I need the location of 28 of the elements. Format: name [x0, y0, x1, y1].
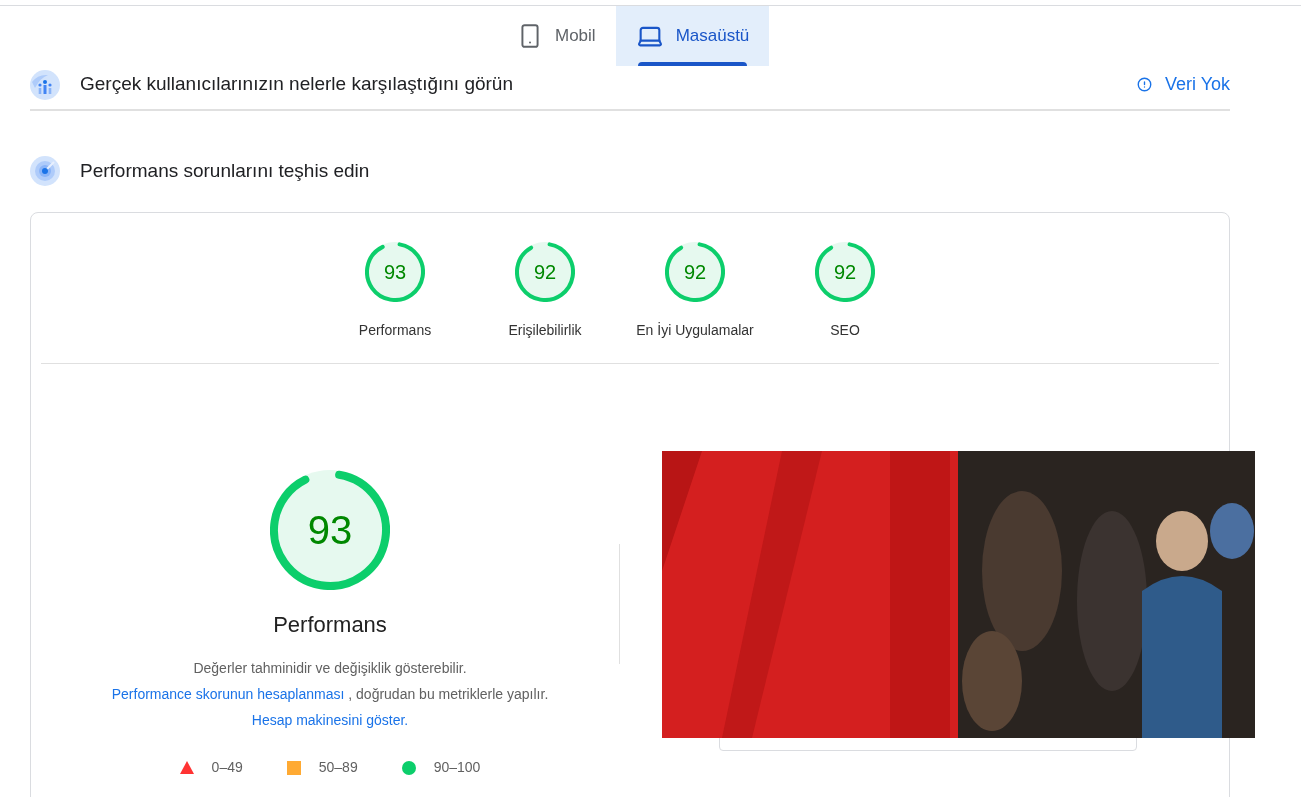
category-label: En İyi Uygulamalar: [636, 321, 754, 340]
score-gauge: [665, 242, 725, 302]
description-text: Değerler tahminidir ve değişiklik gösterebilir. Performance skorunun hesaplanması , doğrudan bu metriklerle yapılır. Hesap makinesini göster.: [110, 659, 550, 730]
score-gauge: [815, 242, 875, 302]
score-title: Performans: [273, 611, 387, 639]
category-label: Erişilebilirlik: [508, 321, 582, 340]
category-label: SEO: [830, 321, 860, 340]
range-label: 50–89: [318, 758, 358, 777]
score-value: 93: [307, 507, 353, 554]
link[interactable]: Performance skorunun hesaplanması: [111, 686, 345, 702]
range-label: 0–49: [211, 758, 243, 777]
section-title: Gerçek kullanıcılarınızın nelerle karşılaştığını görün: [80, 72, 513, 97]
target-icon: [30, 156, 60, 186]
chart-icon: [30, 69, 60, 100]
category-label: Performans: [358, 321, 432, 340]
score-value: 93: [383, 260, 407, 285]
no-data-text: Veri Yok: [1164, 73, 1230, 96]
score-gauge: [515, 242, 575, 302]
score-value: 92: [833, 260, 857, 285]
link[interactable]: Hesap makinesini göster.: [251, 712, 409, 728]
range-label: 90–100: [433, 758, 481, 777]
section-title: Performans sorunlarını teşhis edin: [80, 158, 370, 183]
device-tab[interactable]: Masaüstü: [615, 6, 770, 66]
score-value: 92: [683, 260, 707, 285]
score-value: 92: [533, 260, 557, 285]
device-tab[interactable]: Mobil: [497, 6, 616, 66]
score-gauge: [365, 242, 425, 302]
info-icon: [1136, 77, 1152, 92]
